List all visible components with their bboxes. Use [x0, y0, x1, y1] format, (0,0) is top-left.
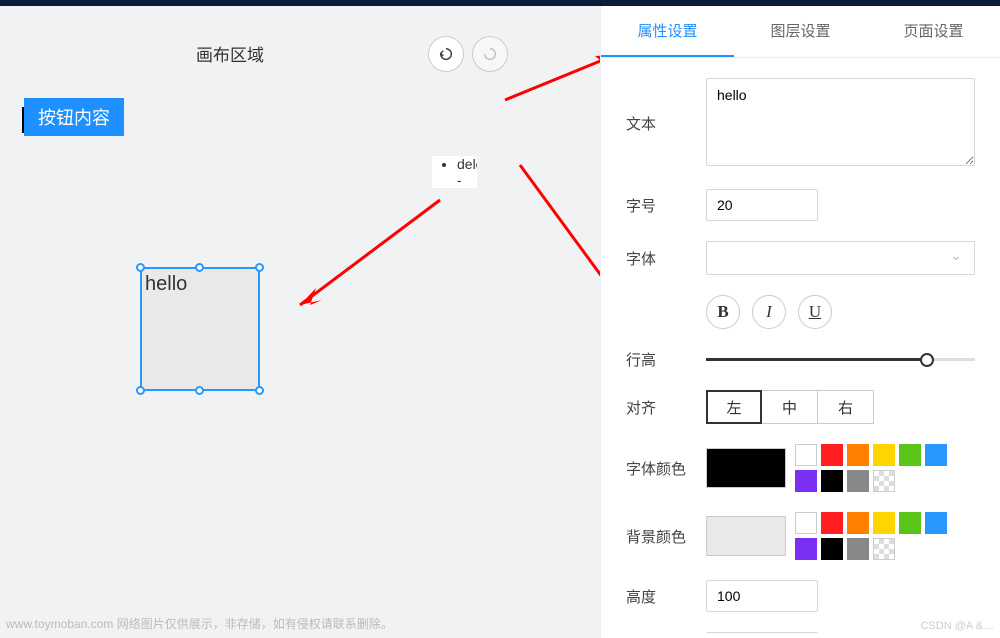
- sw-white[interactable]: [795, 512, 817, 534]
- fontfamily-select[interactable]: [706, 241, 975, 275]
- selected-element[interactable]: hello: [140, 267, 260, 391]
- sw-black[interactable]: [821, 538, 843, 560]
- align-label: 对齐: [626, 397, 706, 418]
- lineheight-label: 行高: [626, 349, 706, 370]
- underline-button[interactable]: U: [798, 295, 832, 329]
- fontsize-label: 字号: [626, 195, 706, 216]
- resize-handle-tm[interactable]: [195, 263, 204, 272]
- sw-white[interactable]: [795, 444, 817, 466]
- resize-handle-bl[interactable]: [136, 386, 145, 395]
- sw-orange[interactable]: [847, 444, 869, 466]
- sw-green[interactable]: [899, 512, 921, 534]
- bgcolor-palette: [795, 512, 947, 560]
- redo-button[interactable]: [472, 36, 508, 72]
- sw-yellow[interactable]: [873, 512, 895, 534]
- bgcolor-current[interactable]: [706, 516, 786, 556]
- properties-form: 文本 字号 字体 B I U 行高: [601, 58, 1000, 633]
- sw-transparent[interactable]: [873, 538, 895, 560]
- properties-panel: 属性设置 图层设置 页面设置 文本 字号 字体 B I U 行高: [600, 6, 1000, 638]
- fontcolor-current[interactable]: [706, 448, 786, 488]
- watermark-left: www.toymoban.com 网络图片仅供展示，非存储，如有侵权请联系删除。: [6, 615, 393, 632]
- fontfamily-label: 字体: [626, 248, 706, 269]
- width-input[interactable]: [706, 632, 818, 633]
- canvas-button-element[interactable]: 按钮内容: [24, 98, 124, 136]
- sw-gray[interactable]: [847, 538, 869, 560]
- bold-button[interactable]: B: [706, 295, 740, 329]
- history-buttons: [428, 36, 508, 72]
- align-center-button[interactable]: 中: [762, 390, 818, 424]
- tab-attributes[interactable]: 属性设置: [601, 6, 734, 57]
- canvas-title: 画布区域: [0, 6, 460, 101]
- panel-tabs: 属性设置 图层设置 页面设置: [601, 6, 1000, 58]
- resize-handle-br[interactable]: [255, 386, 264, 395]
- context-menu-item-delete[interactable]: delete -: [457, 156, 477, 188]
- tab-layers[interactable]: 图层设置: [734, 6, 867, 57]
- canvas-area: 画布区域 按钮内容 delete - hello: [0, 6, 600, 638]
- tab-page[interactable]: 页面设置: [867, 6, 1000, 57]
- sw-yellow[interactable]: [873, 444, 895, 466]
- redo-icon: [482, 46, 498, 62]
- text-input[interactable]: [706, 78, 975, 166]
- sw-purple[interactable]: [795, 538, 817, 560]
- bgcolor-label: 背景颜色: [626, 526, 706, 547]
- sw-orange[interactable]: [847, 512, 869, 534]
- fontcolor-palette: [795, 444, 947, 492]
- sw-green[interactable]: [899, 444, 921, 466]
- fontsize-input[interactable]: [706, 189, 818, 221]
- align-right-button[interactable]: 右: [818, 390, 874, 424]
- height-input[interactable]: [706, 580, 818, 612]
- lineheight-slider[interactable]: [706, 350, 975, 370]
- sw-blue[interactable]: [925, 444, 947, 466]
- slider-handle[interactable]: [920, 353, 934, 367]
- align-left-button[interactable]: 左: [706, 390, 762, 424]
- sw-gray[interactable]: [847, 470, 869, 492]
- text-label: 文本: [626, 113, 706, 134]
- undo-button[interactable]: [428, 36, 464, 72]
- sw-blue[interactable]: [925, 512, 947, 534]
- sw-red[interactable]: [821, 444, 843, 466]
- sw-purple[interactable]: [795, 470, 817, 492]
- sw-transparent[interactable]: [873, 470, 895, 492]
- watermark-right: CSDN @A &…: [920, 620, 994, 632]
- sw-black[interactable]: [821, 470, 843, 492]
- height-label: 高度: [626, 586, 706, 607]
- sw-red[interactable]: [821, 512, 843, 534]
- fontcolor-label: 字体颜色: [626, 458, 706, 479]
- resize-handle-tl[interactable]: [136, 263, 145, 272]
- context-menu: delete -: [432, 156, 477, 188]
- italic-button[interactable]: I: [752, 295, 786, 329]
- selected-element-text: hello: [145, 273, 187, 296]
- undo-icon: [438, 46, 454, 62]
- resize-handle-tr[interactable]: [255, 263, 264, 272]
- resize-handle-bm[interactable]: [195, 386, 204, 395]
